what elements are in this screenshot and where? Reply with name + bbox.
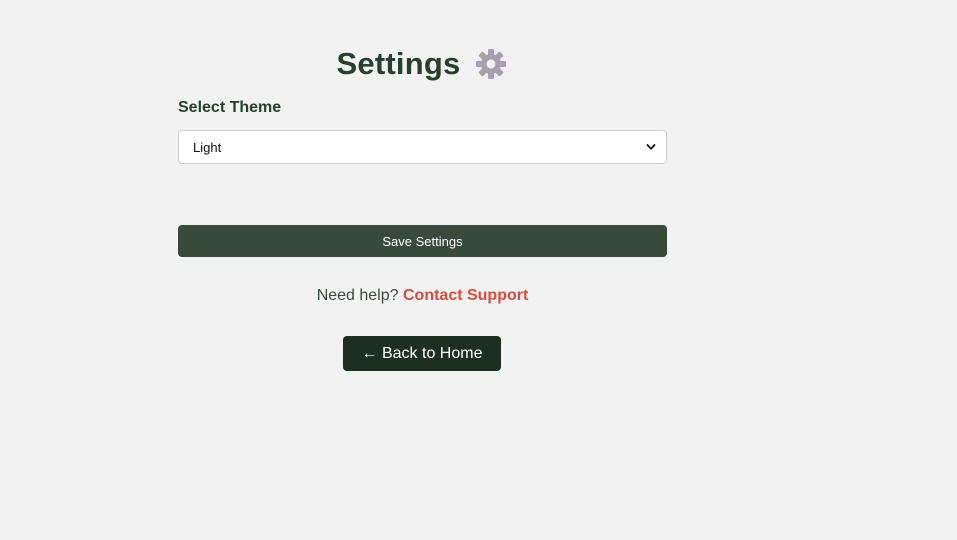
save-settings-button[interactable]: Save Settings bbox=[178, 225, 667, 257]
theme-label: Select Theme bbox=[178, 99, 282, 116]
chevron-down-icon bbox=[646, 144, 656, 150]
help-text: Need help? bbox=[316, 287, 399, 304]
theme-select-value: Light bbox=[193, 139, 222, 155]
page-title: Settings bbox=[336, 46, 461, 81]
page-header: Settings bbox=[178, 44, 667, 84]
theme-select[interactable]: Light bbox=[178, 130, 667, 164]
back-to-home-button[interactable]: ← Back to Home bbox=[343, 336, 501, 371]
gear-icon bbox=[474, 47, 508, 81]
help-line: Need help? Contact Support bbox=[178, 287, 667, 305]
contact-support-link[interactable]: Contact Support bbox=[403, 287, 528, 304]
